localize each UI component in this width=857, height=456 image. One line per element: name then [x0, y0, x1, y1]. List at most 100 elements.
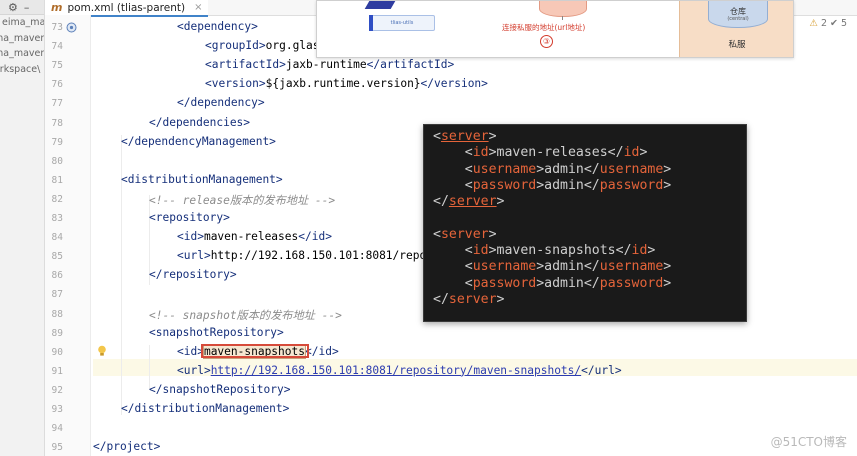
line-number: 87 — [51, 289, 63, 301]
line-number: 95 — [51, 442, 63, 454]
popup-code-line: <id>maven-releases</id> — [433, 145, 648, 161]
code-line: <id>maven-releases</id> — [177, 230, 332, 243]
code-line: <version>${jaxb.runtime.version}</versio… — [205, 77, 488, 90]
code-token: <distributionManagement> — [121, 172, 283, 186]
code-token: <url> — [177, 249, 211, 263]
code-line: <snapshotRepository> — [149, 326, 284, 339]
popup-code-line: <server> — [433, 227, 497, 242]
popup-token: id — [631, 243, 648, 259]
code-token: <!-- snapshot版本的发布地址 --> — [149, 308, 342, 322]
repository-icon: 仓库 (central) — [708, 1, 768, 28]
check-icon: ✔ — [829, 18, 838, 29]
code-token: <artifactId> — [205, 58, 286, 72]
popup-token: server — [440, 129, 489, 144]
code-line: </project> — [93, 440, 160, 453]
popup-token: username — [472, 161, 537, 177]
project-toolbar: ⚙ – — [0, 0, 44, 15]
popup-code-line: <server> — [433, 129, 497, 144]
code-token: <snapshotRepository> — [149, 325, 284, 339]
selection-highlight-box — [201, 343, 309, 358]
popup-token: > — [496, 292, 505, 307]
popup-token: id — [472, 145, 489, 161]
code-token: </dependency> — [177, 96, 265, 110]
code-line: <!-- release版本的发布地址 --> — [149, 192, 335, 208]
server-config-popup: <server> <id>maven-releases</id> <userna… — [423, 124, 747, 322]
popup-token: server — [440, 226, 489, 242]
diagram-label: 连接私服的地址(url地址) — [502, 23, 586, 32]
code-token: http://192.168.150.101:8081/repo — [210, 249, 427, 263]
code-token: <version> — [205, 77, 266, 91]
popup-token: </ — [433, 194, 449, 210]
step-number: ③ — [540, 35, 553, 48]
private-server-label: 私服 — [728, 40, 746, 50]
maven-marker-icon[interactable] — [66, 22, 77, 33]
code-line: <url>http://192.168.150.101:8081/repo — [177, 249, 426, 262]
code-token: maven-releases — [203, 230, 299, 244]
popup-token: > — [496, 194, 505, 210]
watermark: @51CTO博客 — [770, 435, 847, 449]
line-number: 77 — [51, 98, 63, 110]
line-number: 83 — [51, 213, 63, 224]
architecture-diagram-overlay: tlias-utils 连接私服的地址(url地址) ③ 仓库 (central… — [316, 0, 794, 58]
code-line: <repository> — [149, 211, 230, 224]
popup-code-line: <username>admin</username> — [433, 259, 672, 275]
line-number: 74 — [51, 41, 63, 53]
popup-code-line: </server> — [433, 292, 504, 307]
line-number: 84 — [51, 232, 63, 244]
code-line: </dependency> — [177, 96, 265, 109]
line-number: 94 — [51, 423, 63, 435]
project-tree-item[interactable]: ma_maven_ — [0, 46, 44, 62]
line-number: 86 — [51, 270, 63, 282]
popup-token: > — [663, 259, 672, 275]
url-link[interactable]: http://192.168.150.101:8081/repository/m… — [211, 364, 581, 377]
code-line: <url>http://192.168.150.101:8081/reposit… — [177, 364, 622, 377]
database-icon — [539, 1, 587, 17]
close-icon[interactable]: × — [194, 2, 202, 13]
popup-code-line: <username>admin</username> — [433, 161, 672, 177]
code-line: <!-- snapshot版本的发布地址 --> — [149, 307, 342, 323]
popup-token: > — [663, 161, 672, 177]
code-line: </repository> — [149, 268, 237, 281]
code-line: <groupId>org.glas — [205, 39, 320, 52]
popup-token: password — [599, 177, 664, 193]
popup-code-line: <password>admin</password> — [433, 275, 672, 291]
popup-token: password — [599, 275, 664, 291]
code-line: </snapshotRepository> — [149, 383, 290, 396]
popup-token: username — [599, 259, 664, 275]
inspection-widget[interactable]: ⚠ 2 ✔ 5 — [807, 18, 849, 29]
popup-token: > — [647, 243, 656, 259]
popup-token: > — [639, 145, 648, 161]
info-count: 5 — [840, 18, 847, 29]
code-token: </dependencyManagement> — [121, 134, 276, 148]
line-number: 80 — [51, 155, 63, 167]
code-line: </dependencyManagement> — [121, 135, 276, 148]
code-token: <id> — [177, 230, 204, 244]
code-token: </artifactId> — [366, 58, 455, 72]
project-tree-item[interactable]: ma_maven_ — [0, 31, 44, 47]
popup-token: id — [623, 145, 640, 161]
connector-line — [562, 16, 563, 20]
line-number-gutter: 73 74 75 76 77 78 79 80 81 82 83 84 85 86 87 88 89 90 91 92… — [45, 15, 106, 456]
line-number: 89 — [51, 327, 63, 339]
line-number: 90 — [51, 346, 63, 358]
minimize-icon[interactable]: – — [24, 1, 30, 14]
project-tree-item[interactable]: eima_mave — [0, 15, 44, 31]
tab-label: pom.xml (tlias-parent) — [67, 1, 186, 14]
code-line: <dependency> — [177, 20, 258, 33]
popup-token: < — [433, 275, 473, 291]
popup-token: < — [433, 243, 473, 259]
popup-token: >maven-snapshots</ — [488, 243, 632, 259]
gear-icon[interactable]: ⚙ — [8, 1, 18, 14]
project-tree-item[interactable]: orkspace\ — [0, 62, 44, 78]
line-number: 81 — [51, 174, 63, 186]
popup-token: >admin</ — [536, 259, 600, 275]
code-token: <id> — [177, 344, 204, 358]
code-token: <repository> — [149, 211, 230, 224]
code-token: <dependency> — [177, 20, 258, 33]
code-line: <artifactId>jaxb-runtime</artifactId> — [205, 58, 454, 71]
code-token: <url> — [177, 363, 211, 377]
line-number: 78 — [51, 117, 63, 129]
warning-icon: ⚠ — [809, 18, 818, 29]
popup-token: username — [472, 259, 537, 275]
popup-token: id — [472, 243, 489, 259]
